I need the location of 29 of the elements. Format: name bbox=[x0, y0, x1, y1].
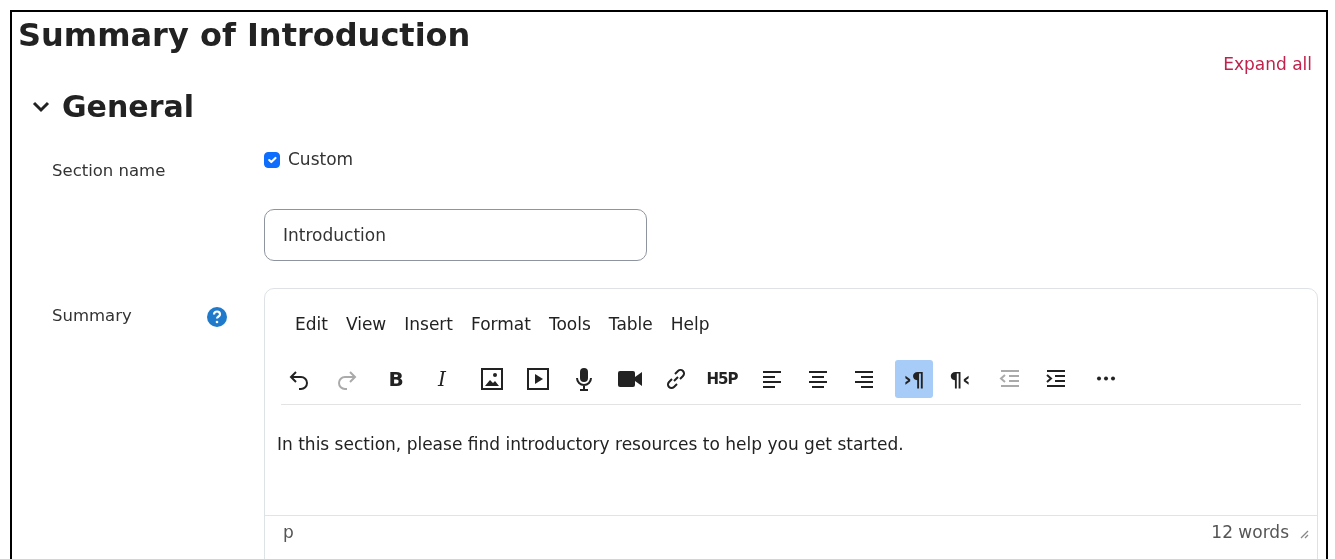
toolbar-button[interactable]: B bbox=[377, 359, 415, 398]
custom-checkbox[interactable] bbox=[264, 151, 280, 168]
play-icon bbox=[526, 366, 550, 391]
chevron-icon bbox=[32, 100, 50, 113]
menu-item[interactable]: View bbox=[336, 308, 396, 342]
menu-item[interactable]: Help bbox=[661, 308, 719, 342]
toolbar-button[interactable]: I bbox=[423, 359, 461, 398]
menu-item[interactable]: Insert bbox=[395, 308, 463, 342]
section-name-field[interactable]: Introduction bbox=[264, 209, 647, 262]
menu-item[interactable]: Format bbox=[462, 308, 540, 342]
field-label: Summary bbox=[52, 305, 133, 328]
toolbar-button[interactable]: ¶‹ bbox=[941, 359, 979, 398]
toolbar-button[interactable]: H5P bbox=[703, 359, 741, 398]
link-icon bbox=[664, 366, 688, 391]
field-label: Section name bbox=[52, 160, 166, 180]
editor-text: In this section, please find introductory resources to help you get started. bbox=[276, 432, 905, 456]
help-icon[interactable] bbox=[207, 307, 227, 328]
section-heading: General bbox=[62, 89, 194, 123]
expand-all-link[interactable]: Expand all bbox=[1223, 52, 1312, 78]
element-path: p bbox=[283, 520, 294, 544]
toolbar-button[interactable]: ›¶ bbox=[895, 359, 933, 398]
page-title: Summary of Introduction bbox=[18, 16, 472, 55]
menu-item[interactable]: Table bbox=[599, 308, 662, 342]
menu-item[interactable]: Tools bbox=[539, 308, 600, 342]
image-icon bbox=[480, 366, 504, 391]
menu-item[interactable]: Edit bbox=[286, 308, 337, 342]
word-count: 12 words bbox=[1211, 520, 1289, 544]
checkbox-label: Custom bbox=[288, 147, 354, 171]
more-icon bbox=[1096, 376, 1116, 382]
